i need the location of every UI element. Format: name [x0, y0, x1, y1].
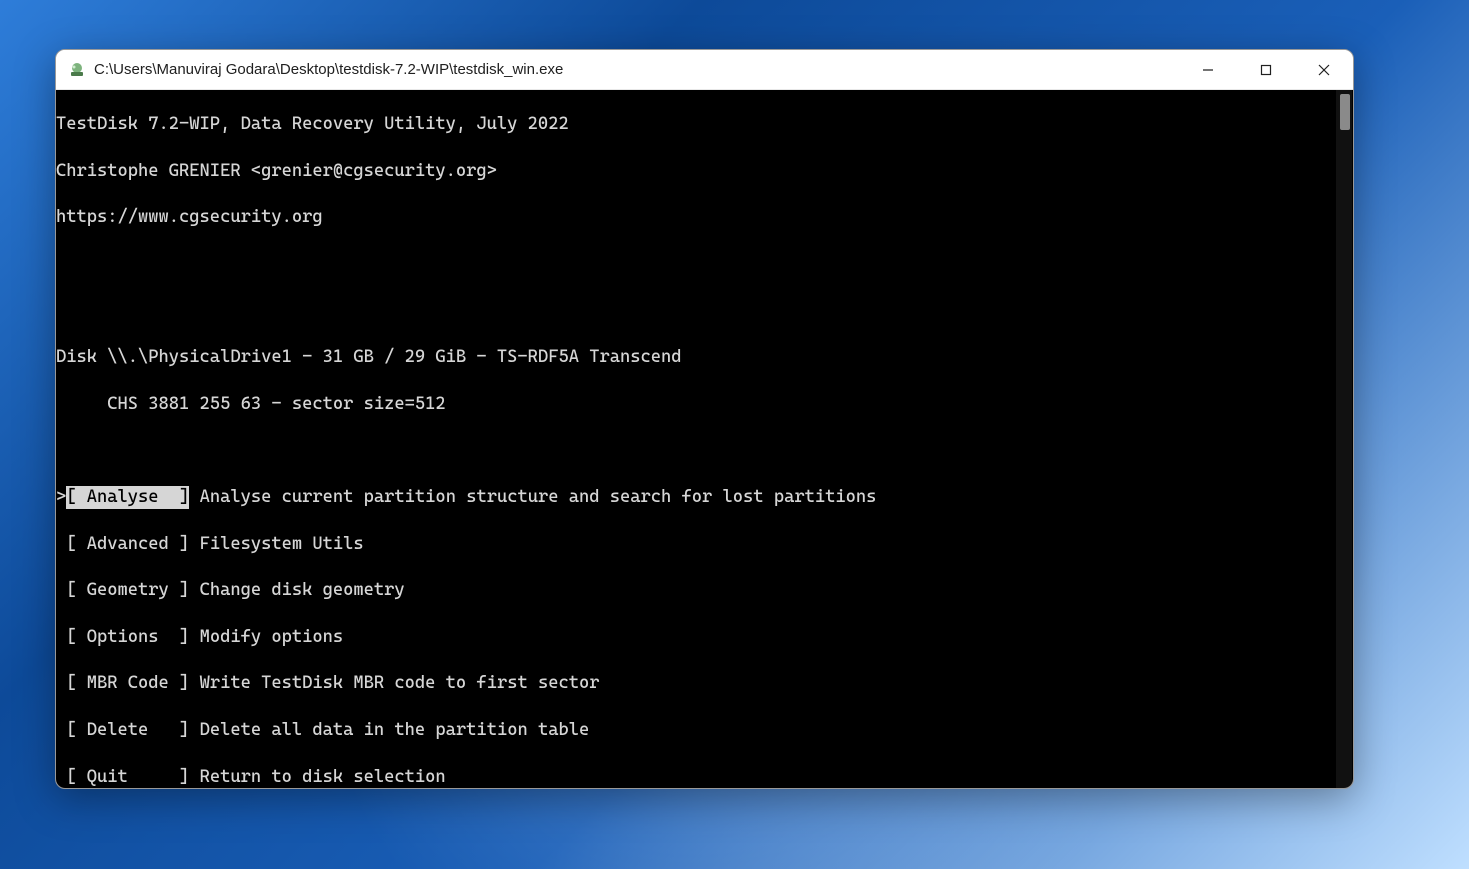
menu-item-options[interactable]: [ Options ] Modify options: [56, 626, 1353, 649]
menu-item-geometry[interactable]: [ Geometry ] Change disk geometry: [56, 579, 1353, 602]
menu-item-advanced[interactable]: [ Advanced ] Filesystem Utils: [56, 533, 1353, 556]
menu-item-mbr-code[interactable]: [ MBR Code ] Write TestDisk MBR code to …: [56, 672, 1353, 695]
window-controls: [1179, 50, 1353, 89]
header-line-3: https://www.cgsecurity.org: [56, 206, 1353, 229]
header-line-1: TestDisk 7.2-WIP, Data Recovery Utility,…: [56, 113, 1353, 136]
window-title: C:\Users\Manuviraj Godara\Desktop\testdi…: [94, 61, 1179, 78]
app-icon: [68, 61, 86, 79]
close-button[interactable]: [1295, 50, 1353, 89]
titlebar[interactable]: C:\Users\Manuviraj Godara\Desktop\testdi…: [56, 50, 1353, 90]
terminal-content: TestDisk 7.2-WIP, Data Recovery Utility,…: [56, 90, 1353, 788]
menu-item-delete[interactable]: [ Delete ] Delete all data in the partit…: [56, 719, 1353, 742]
disk-line-2: CHS 3881 255 63 - sector size=512: [56, 393, 1353, 416]
header-line-2: Christophe GRENIER <grenier@cgsecurity.o…: [56, 160, 1353, 183]
minimize-button[interactable]: [1179, 50, 1237, 89]
blank-line: [56, 253, 1353, 276]
menu-item-quit[interactable]: [ Quit ] Return to disk selection: [56, 766, 1353, 788]
console-window: C:\Users\Manuviraj Godara\Desktop\testdi…: [55, 49, 1354, 789]
blank-line: [56, 300, 1353, 323]
scrollbar-track[interactable]: [1336, 90, 1352, 788]
disk-line-1: Disk \\.\PhysicalDrive1 - 31 GB / 29 GiB…: [56, 346, 1353, 369]
menu-item-analyse[interactable]: >[ Analyse ] Analyse current partition s…: [56, 486, 1353, 509]
scrollbar-thumb[interactable]: [1340, 94, 1350, 130]
blank-line: [56, 439, 1353, 462]
maximize-button[interactable]: [1237, 50, 1295, 89]
terminal-body[interactable]: TestDisk 7.2-WIP, Data Recovery Utility,…: [56, 90, 1353, 788]
